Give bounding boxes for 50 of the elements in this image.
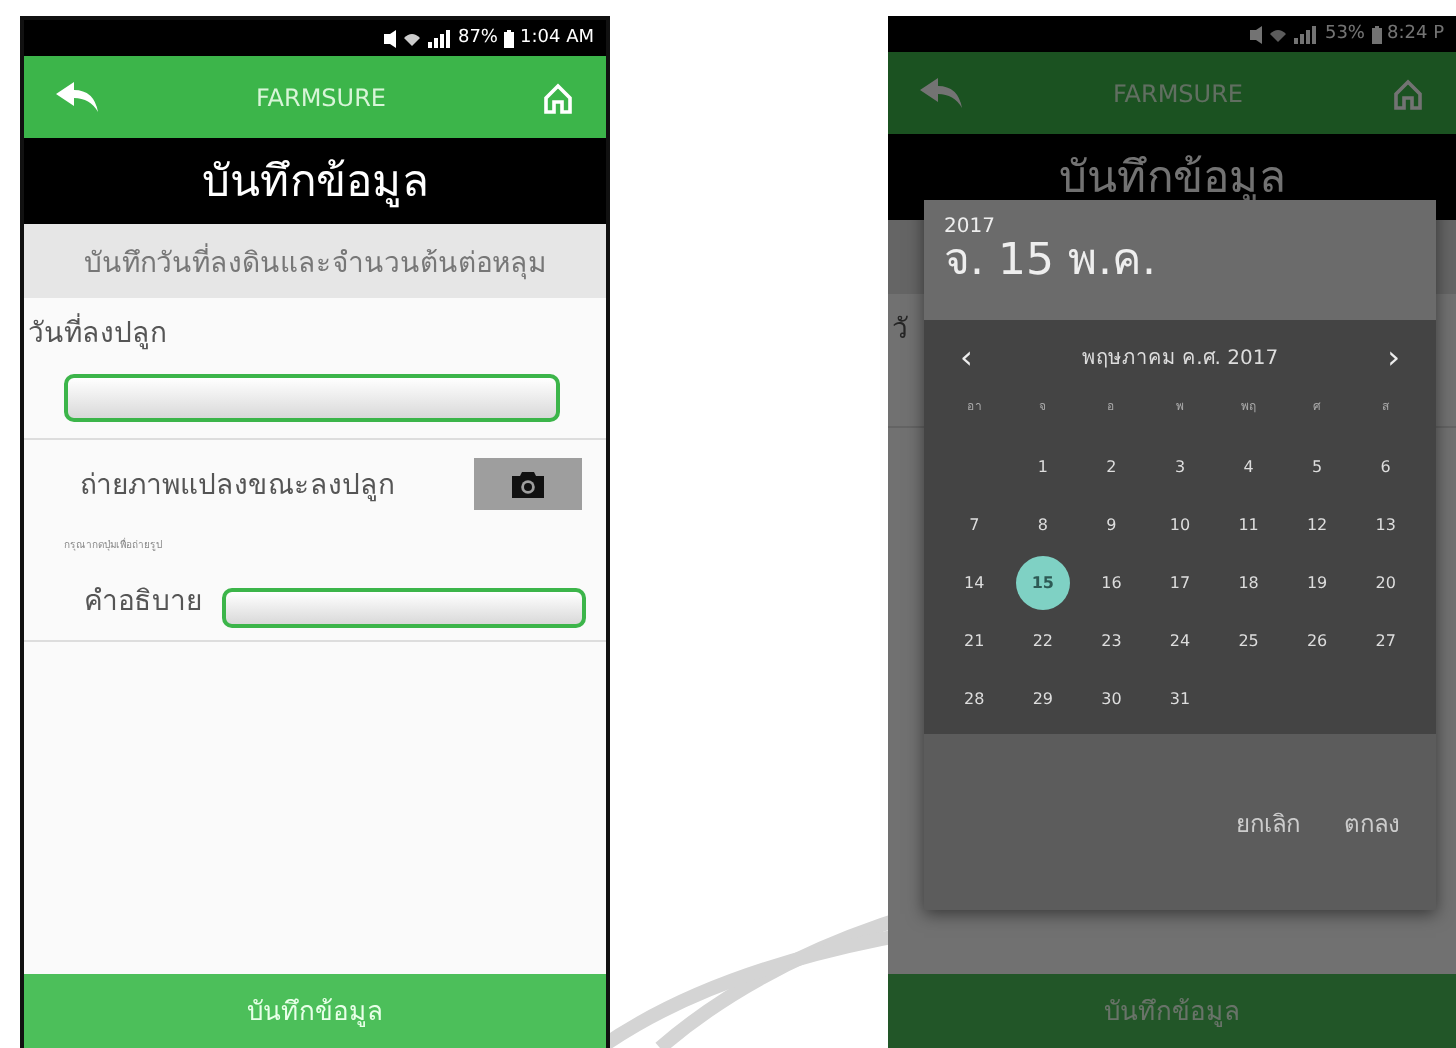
- cancel-button[interactable]: ยกเลิก: [1236, 803, 1300, 841]
- calendar-day[interactable]: 22: [1015, 614, 1070, 668]
- section-subtitle: บันทึกวันที่ลงดินและจำนวนต้นต่อหลุม: [24, 224, 606, 298]
- calendar-day[interactable]: 23: [1084, 614, 1139, 668]
- calendar-day[interactable]: 7: [947, 498, 1002, 552]
- calendar-day[interactable]: 16: [1084, 556, 1139, 610]
- calendar-day[interactable]: 5: [1290, 440, 1345, 494]
- calendar-day[interactable]: 19: [1290, 556, 1345, 610]
- page-title: บันทึกข้อมูล: [24, 138, 606, 224]
- calendar-day[interactable]: 3: [1152, 440, 1207, 494]
- field-label: ถ่ายภาพแปลงขณะลงปลูก: [80, 468, 394, 506]
- calendar-day[interactable]: 18: [1221, 556, 1276, 610]
- calendar-day[interactable]: 6: [1358, 440, 1413, 494]
- calendar-day[interactable]: 31: [1152, 672, 1207, 726]
- calendar-day[interactable]: 11: [1221, 498, 1276, 552]
- prev-month-button[interactable]: ‹: [948, 337, 985, 375]
- status-time: 1:04 AM: [520, 28, 594, 48]
- field-label: คำอธิบาย: [84, 584, 202, 622]
- field-label: วันที่ลงปลูก: [28, 310, 606, 354]
- calendar-day[interactable]: 13: [1358, 498, 1413, 552]
- selected-date: จ. 15 พ.ค.: [944, 238, 1158, 286]
- calendar-day[interactable]: 10: [1152, 498, 1207, 552]
- app-title: FARMSURE: [255, 83, 387, 111]
- calendar-day[interactable]: 1: [1015, 440, 1070, 494]
- calendar-day[interactable]: 2: [1084, 440, 1139, 494]
- calendar-day[interactable]: 26: [1290, 614, 1345, 668]
- calendar-day[interactable]: 30: [1084, 672, 1139, 726]
- ok-button[interactable]: ตกลง: [1344, 803, 1400, 841]
- calendar-day[interactable]: 14: [947, 556, 1002, 610]
- calendar-day[interactable]: 29: [1015, 672, 1070, 726]
- battery-level: 53%: [1324, 24, 1365, 44]
- app-title: FARMSURE: [1112, 79, 1244, 107]
- year-label[interactable]: 2017: [944, 216, 1416, 238]
- calendar-day[interactable]: 4: [1221, 440, 1276, 494]
- calendar-day[interactable]: 21: [947, 614, 1002, 668]
- calendar-day[interactable]: 28: [947, 672, 1002, 726]
- calendar-day[interactable]: 25: [1221, 614, 1276, 668]
- calendar-day[interactable]: 15: [1015, 556, 1070, 610]
- calendar-day[interactable]: 17: [1152, 556, 1207, 610]
- status-time: 8:24 P: [1387, 24, 1444, 44]
- calendar-day[interactable]: 27: [1358, 614, 1413, 668]
- battery-level: 87%: [457, 28, 498, 48]
- calendar-day[interactable]: 9: [1084, 498, 1139, 552]
- calendar-day[interactable]: 8: [1015, 498, 1070, 552]
- calendar-day[interactable]: 24: [1152, 614, 1207, 668]
- month-title: พฤษภาคม ค.ศ. 2017: [1081, 345, 1279, 371]
- calendar-day[interactable]: 20: [1358, 556, 1413, 610]
- field-label: วั: [892, 312, 910, 350]
- calendar-day[interactable]: 12: [1290, 498, 1345, 552]
- next-month-button[interactable]: ›: [1375, 337, 1412, 375]
